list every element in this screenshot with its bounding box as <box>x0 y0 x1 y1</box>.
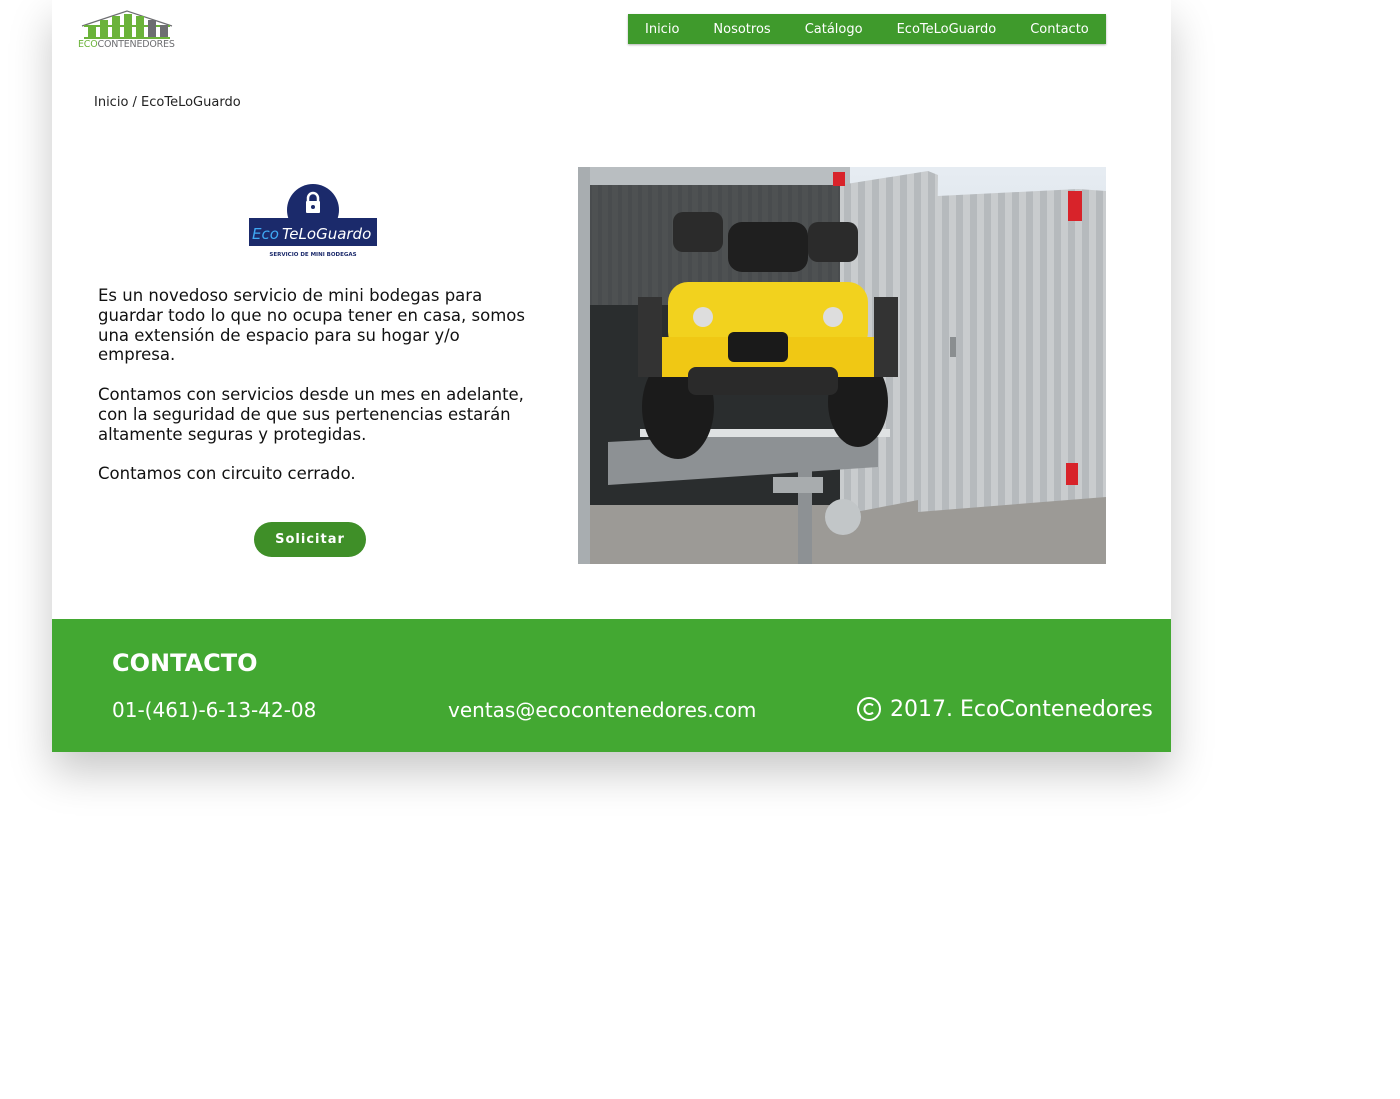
footer-title: CONTACTO <box>112 649 258 677</box>
logo-text: ECOCONTENEDORES <box>78 39 175 50</box>
nav-nosotros[interactable]: Nosotros <box>696 22 787 37</box>
description-paragraph: Contamos con circuito cerrado. <box>98 464 356 484</box>
nav-inicio[interactable]: Inicio <box>628 22 696 37</box>
atv-in-storage-container-photo <box>578 167 1106 564</box>
service-description: Es un novedoso servicio de mini bodegas … <box>98 286 538 504</box>
atv-storage-photo <box>578 167 1106 564</box>
brand-eco-text: Eco <box>252 225 279 243</box>
footer-copyright: 2017. EcoContenedores <box>856 696 1153 722</box>
main-nav: Inicio Nosotros Catálogo EcoTeLoGuardo C… <box>628 14 1106 44</box>
container-logo-icon <box>81 10 173 39</box>
ecocontenedores-logo[interactable]: ECOCONTENEDORES <box>78 8 176 54</box>
logo-text-eco: ECO <box>78 39 98 50</box>
footer: CONTACTO 01-(461)-6-13-42-08 ventas@ecoc… <box>52 619 1171 752</box>
ecoteloguardo-logo: Eco TeLoGuardo SERVICIO DE MINI BODEGAS <box>248 184 378 260</box>
footer-email[interactable]: ventas@ecocontenedores.com <box>448 698 756 722</box>
copyright-icon <box>857 697 881 721</box>
ecoteloguardo-badge-icon: Eco TeLoGuardo SERVICIO DE MINI BODEGAS <box>249 184 377 258</box>
description-paragraph: Es un novedoso servicio de mini bodegas … <box>98 286 525 365</box>
logo-text-contenedores: CONTENEDORES <box>97 39 175 50</box>
page-container: ECOCONTENEDORES Inicio Nosotros Catálogo… <box>52 0 1171 752</box>
breadcrumb: Inicio / EcoTeLoGuardo <box>94 95 241 110</box>
solicitar-button[interactable]: Solicitar <box>254 522 366 557</box>
footer-phone[interactable]: 01-(461)-6-13-42-08 <box>112 698 316 722</box>
nav-catalogo[interactable]: Catálogo <box>788 22 880 37</box>
brand-name-text: TeLoGuardo <box>282 225 371 243</box>
description-paragraph: Contamos con servicios desde un mes en a… <box>98 384 524 444</box>
nav-ecoteloguardo[interactable]: EcoTeLoGuardo <box>880 22 1014 37</box>
brand-tagline: SERVICIO DE MINI BODEGAS <box>269 252 356 258</box>
copyright-text: 2017. EcoContenedores <box>890 696 1153 722</box>
nav-contacto[interactable]: Contacto <box>1013 22 1106 37</box>
